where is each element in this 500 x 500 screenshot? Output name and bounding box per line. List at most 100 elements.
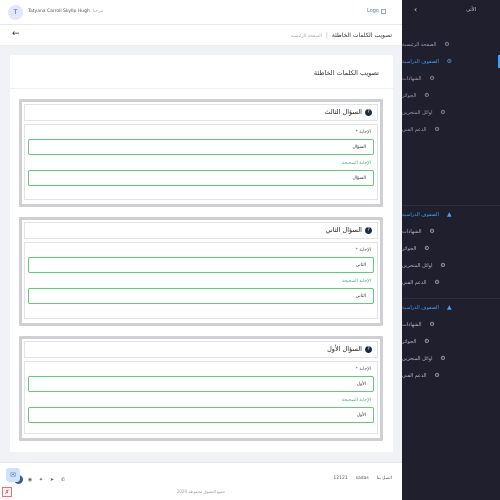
question-header: ? السؤال الثاني: [24, 222, 378, 239]
sidebar-item-classes[interactable]: ▲ الصفوف الدراسية: [402, 206, 500, 223]
sidebar-brand: الأتى: [466, 7, 476, 13]
sidebar-header: ‹ الأتى: [402, 0, 500, 24]
questions-card: تصويب الكلمات الخاطئة ? السؤال الثالث الإ…: [10, 55, 393, 452]
graduation-icon: ▲: [447, 211, 452, 218]
question-icon: ?: [365, 108, 372, 116]
question-body: الإجابة * الأول الإجابة الصحيحة الأول: [24, 361, 378, 434]
question-box: ? السؤال الثالث الإجابة * السؤال الإجابة …: [19, 99, 383, 207]
instagram-icon[interactable]: ◉: [26, 476, 34, 484]
correct-answer-label: الإجابة الصحيحة: [341, 398, 371, 403]
correct-answer-input[interactable]: السؤال: [28, 170, 374, 186]
back-arrow-icon[interactable]: ←: [12, 29, 20, 39]
sidebar-section: ⚙ الصفحة الرئيسية ⚙ الصفوف الدراسية ⚙ الشها…: [402, 36, 500, 138]
sidebar-item-top-students[interactable]: ⚙ اوائل المتحرين: [402, 350, 500, 367]
sidebar-item-support[interactable]: ⚙ الدعم الفني: [402, 274, 500, 291]
correct-answer-label: الإجابة الصحيحة: [341, 161, 371, 166]
question-header: ? السؤال الأول: [24, 341, 378, 358]
sidebar-item-label: الشهادات: [402, 321, 422, 328]
answer-label: الإجابة *: [355, 130, 371, 135]
user-name[interactable]: Tatyana Carroll Skyllp Hugh مرحبا: [28, 9, 103, 14]
chevron-left-icon[interactable]: ‹: [414, 5, 417, 14]
sidebar-item-label: اوائل المتحرين: [402, 262, 433, 269]
avatar[interactable]: T: [8, 5, 23, 20]
graduation-icon: ▲: [447, 304, 452, 311]
answer-input[interactable]: الأول: [28, 376, 374, 392]
sidebar-item-label: الدعم الفني: [402, 372, 427, 379]
avatar-letter: T: [13, 9, 18, 16]
sidebar-item-support[interactable]: ⚙ الدعم الفني: [402, 121, 500, 138]
sidebar-item-home[interactable]: ⚙ الصفحة الرئيسية: [402, 36, 500, 53]
sidebar-item-top-students[interactable]: ⚙ اوائل المتحرين: [402, 257, 500, 274]
sidebar-item-awards[interactable]: ⚙ الجوائز: [402, 87, 500, 104]
sidebar-item-awards[interactable]: ⚙ الجوائز: [402, 333, 500, 350]
breadcrumb-bar: ← تصويب الكلمات الخاطئة|الصفحة الرئيسية: [0, 25, 402, 46]
gear-icon: ⚙: [424, 245, 430, 252]
answer-input[interactable]: الثاني: [28, 257, 374, 273]
question-icon: ?: [365, 226, 372, 234]
sidebar-section: ▲ الصفوف الدراسية ⚙ الشهادات ⚙ الجوائز ⚙ اوا…: [402, 206, 500, 291]
card-title: تصويب الكلمات الخاطئة: [313, 69, 379, 77]
answer-value: الثاني: [355, 263, 366, 268]
whatsapp-icon[interactable]: ✆: [59, 476, 67, 484]
sidebar-item-label: الدعم الفني: [402, 126, 427, 133]
correct-answer-value: الثاني: [355, 294, 366, 299]
sidebar-item-label: الصفوف الدراسية: [402, 58, 439, 65]
debug-badge-icon[interactable]: ✗: [2, 487, 12, 497]
sidebar-item-certificates[interactable]: ⚙ الشهادات: [402, 223, 500, 240]
sidebar-item-label: الشهادات: [402, 228, 422, 235]
gear-icon: ⚙: [440, 262, 446, 269]
gear-icon: ⚙: [429, 75, 435, 82]
chat-button[interactable]: ✉: [6, 468, 20, 482]
footer-contact-link[interactable]: اتصل بنا: [377, 476, 392, 481]
telegram-icon[interactable]: ➤: [48, 476, 56, 484]
logo[interactable]: Logo: [367, 8, 386, 14]
sidebar-item-label: الجوائز: [402, 338, 417, 345]
answer-input[interactable]: السؤال: [28, 139, 374, 155]
answer-value: السؤال: [352, 145, 366, 150]
answer-value: الأول: [356, 382, 366, 387]
sidebar-item-certificates[interactable]: ⚙ الشهادات: [402, 316, 500, 333]
sidebar-item-label: الشهادات: [402, 75, 422, 82]
logo-text: Logo: [367, 8, 379, 14]
user-name-text: Tatyana Carroll Skyllp Hugh: [28, 9, 90, 14]
correct-answer-input[interactable]: الأول: [28, 407, 374, 423]
chat-icon: ✉: [10, 471, 16, 479]
question-body: الإجابة * السؤال الإجابة الصحيحة السؤال: [24, 124, 378, 200]
gear-icon: ⚙: [440, 355, 446, 362]
sidebar-section: ▲ الصفوف الدراسية ⚙ الشهادات ⚙ الجوائز ⚙ اوا…: [402, 299, 500, 384]
question-body: الإجابة * الثاني الإجابة الصحيحة الثاني: [24, 242, 378, 319]
answer-label: الإجابة *: [355, 248, 371, 253]
breadcrumb-home-link[interactable]: الصفحة الرئيسية: [291, 34, 322, 39]
sidebar-item-awards[interactable]: ⚙ الجوائز: [402, 240, 500, 257]
correct-answer-input[interactable]: الثاني: [28, 288, 374, 304]
sidebar-item-classes[interactable]: ▲ الصفوف الدراسية: [402, 299, 500, 316]
sidebar-item-label: الدعم الفني: [402, 279, 427, 286]
question-title: السؤال الأول: [327, 345, 362, 353]
top-bar: T Tatyana Carroll Skyllp Hugh مرحبا Logo: [0, 0, 402, 25]
footer-text: sadas: [355, 476, 369, 481]
gear-icon: ⚙: [444, 41, 450, 48]
social-links: f ◉ ✦ ➤ ✆: [14, 475, 67, 484]
gear-icon: ⚙: [424, 338, 430, 345]
question-box: ? السؤال الثاني الإجابة * الثاني الإجابة …: [19, 217, 383, 326]
sidebar-item-top-students[interactable]: ⚙ اوائل المتحرين: [402, 104, 500, 121]
question-title: السؤال الثاني: [325, 226, 363, 234]
footer-number: 12121: [333, 476, 348, 481]
question-header: ? السؤال الثالث: [24, 104, 378, 121]
sidebar-item-label: الصفوف الدراسية: [402, 304, 439, 311]
main-area: T Tatyana Carroll Skyllp Hugh مرحبا Logo …: [0, 0, 402, 500]
sidebar-item-label: الصفوف الدراسية: [402, 211, 439, 218]
sidebar-item-label: الصفحة الرئيسية: [402, 41, 437, 48]
sidebar-item-support[interactable]: ⚙ الدعم الفني: [402, 367, 500, 384]
breadcrumb: تصويب الكلمات الخاطئة|الصفحة الرئيسية: [291, 32, 392, 39]
correct-answer-value: الأول: [356, 413, 366, 418]
gear-icon: ⚙: [440, 109, 446, 116]
sidebar-item-label: الجوائز: [402, 245, 417, 252]
sidebar-item-certificates[interactable]: ⚙ الشهادات: [402, 70, 500, 87]
gear-icon: ⚙: [434, 279, 440, 286]
sidebar: ‹ الأتى ⚙ الصفحة الرئيسية ⚙ الصفوف الدراسي…: [402, 0, 500, 500]
sidebar-item-classes[interactable]: ⚙ الصفوف الدراسية: [402, 53, 500, 70]
gear-icon: ⚙: [446, 58, 453, 65]
gear-icon: ⚙: [429, 228, 435, 235]
twitter-icon[interactable]: ✦: [37, 476, 45, 484]
